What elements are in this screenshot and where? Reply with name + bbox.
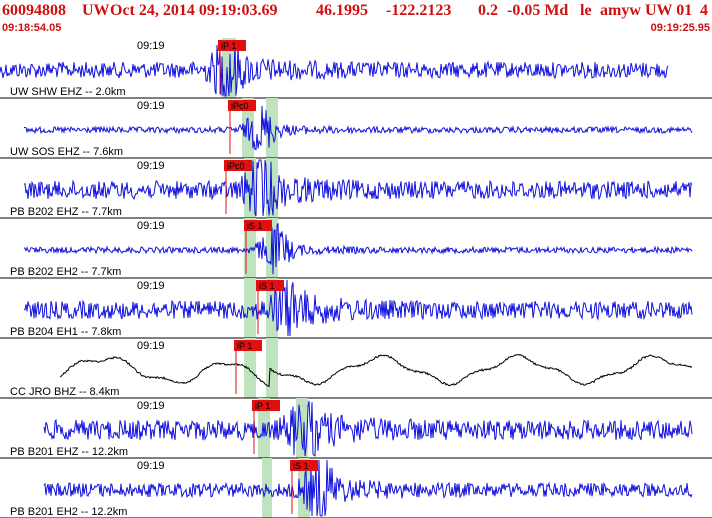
event-latitude: 46.1995: [316, 2, 368, 19]
channel-label: PB B204 EH1 -- 7.8km: [10, 326, 121, 338]
channel-label: UW SOS EHZ -- 7.6km: [10, 146, 123, 158]
network-code: UW: [82, 2, 110, 19]
time-tick-label: 09:19: [137, 460, 165, 472]
pick-label: iPc0: [231, 101, 249, 111]
time-tick-label: 09:19: [137, 220, 165, 232]
phase-window: [266, 338, 278, 398]
channel-label: CC JRO BHZ -- 8.4km: [10, 386, 119, 398]
event-author: amyw: [600, 2, 641, 19]
window-start-time: 09:18:54.05: [2, 22, 62, 34]
event-longitude: -122.2123: [386, 2, 452, 19]
channel-label: PB B202 EH2 -- 7.7km: [10, 266, 121, 278]
pick-label: iP 1: [221, 41, 236, 51]
pick-label: iP 1: [255, 401, 270, 411]
event-id: 60094808: [2, 2, 66, 19]
time-tick-label: 09:19: [137, 280, 165, 292]
waveform-trace: [24, 105, 693, 151]
event-magnitude: -0.05 Md: [507, 2, 569, 19]
channel-label: PB B201 EHZ -- 12.2km: [10, 446, 128, 458]
pick-label: iP 1: [237, 341, 252, 351]
event-version: 4: [700, 2, 708, 19]
time-tick-label: 09:19: [137, 160, 165, 172]
time-tick-label: 09:19: [137, 340, 165, 352]
time-tick-label: 09:19: [137, 400, 165, 412]
pick-label: iS 1: [259, 281, 275, 291]
waveform-trace: [59, 353, 693, 388]
waveform-trace: [23, 279, 693, 337]
window-end-time: 09:19:25.95: [650, 22, 710, 34]
pick-label: iS 1: [293, 461, 309, 471]
event-datetime: Oct 24, 2014 09:19:03.69: [110, 2, 278, 19]
event-header: 60094808 UW Oct 24, 2014 09:19:03.69 46.…: [0, 0, 712, 22]
event-flags: le: [580, 2, 592, 19]
pick-label: iPc0: [227, 161, 245, 171]
pick-label: iS 1: [247, 221, 263, 231]
waveform-trace: [23, 223, 693, 275]
channel-label: UW SHW EHZ -- 2.0km: [10, 86, 126, 98]
time-tick-label: 09:19: [137, 40, 165, 52]
channel-label: PB B201 EH2 -- 12.2km: [10, 506, 127, 518]
time-tick-label: 09:19: [137, 100, 165, 112]
event-source: UW 01: [645, 2, 693, 19]
seismogram-panel[interactable]: iP 1 09:19 UW SHW EHZ -- 2.0km iPc0 09:19 UW …: [0, 38, 712, 518]
channel-label: PB B202 EHZ -- 7.7km: [10, 206, 122, 218]
event-depth: 0.2: [478, 2, 498, 19]
waveform-trace: [23, 159, 693, 217]
